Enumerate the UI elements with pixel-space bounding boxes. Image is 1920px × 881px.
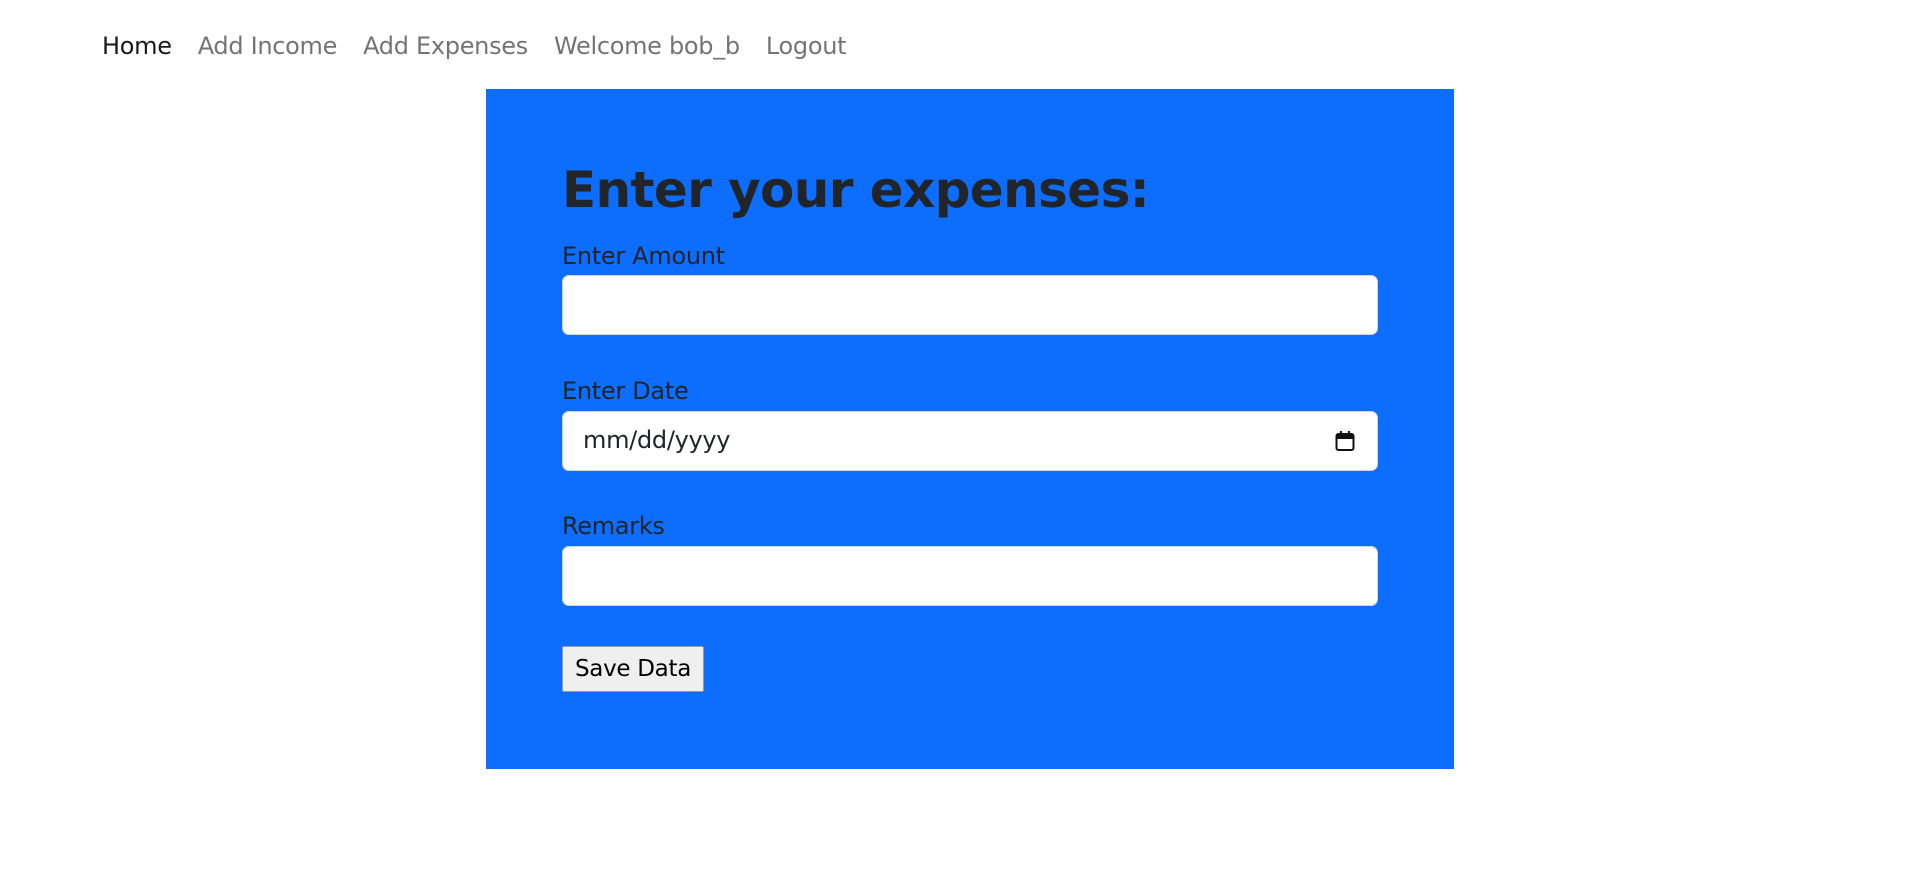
nav-logout-link[interactable]: Logout xyxy=(766,32,847,60)
nav-add-income-link[interactable]: Add Income xyxy=(198,32,338,60)
calendar-icon[interactable] xyxy=(1335,430,1355,452)
date-input[interactable]: mm/dd/yyyy xyxy=(562,411,1378,471)
top-nav: Home Add Income Add Expenses Welcome bob… xyxy=(102,26,872,66)
expense-form-panel: Enter your expenses: Enter Amount Enter … xyxy=(486,89,1454,769)
nav-home-link[interactable]: Home xyxy=(102,32,172,60)
remarks-input[interactable] xyxy=(562,546,1378,606)
date-placeholder: mm/dd/yyyy xyxy=(583,426,731,454)
remarks-label: Remarks xyxy=(562,512,665,540)
amount-input[interactable] xyxy=(562,275,1378,335)
nav-welcome-user-link[interactable]: Welcome bob_b xyxy=(554,32,740,60)
form-title: Enter your expenses: xyxy=(562,161,1150,219)
save-data-button[interactable]: Save Data xyxy=(562,646,704,692)
nav-add-expenses-link[interactable]: Add Expenses xyxy=(363,32,528,60)
date-label: Enter Date xyxy=(562,377,689,405)
amount-label: Enter Amount xyxy=(562,242,725,270)
